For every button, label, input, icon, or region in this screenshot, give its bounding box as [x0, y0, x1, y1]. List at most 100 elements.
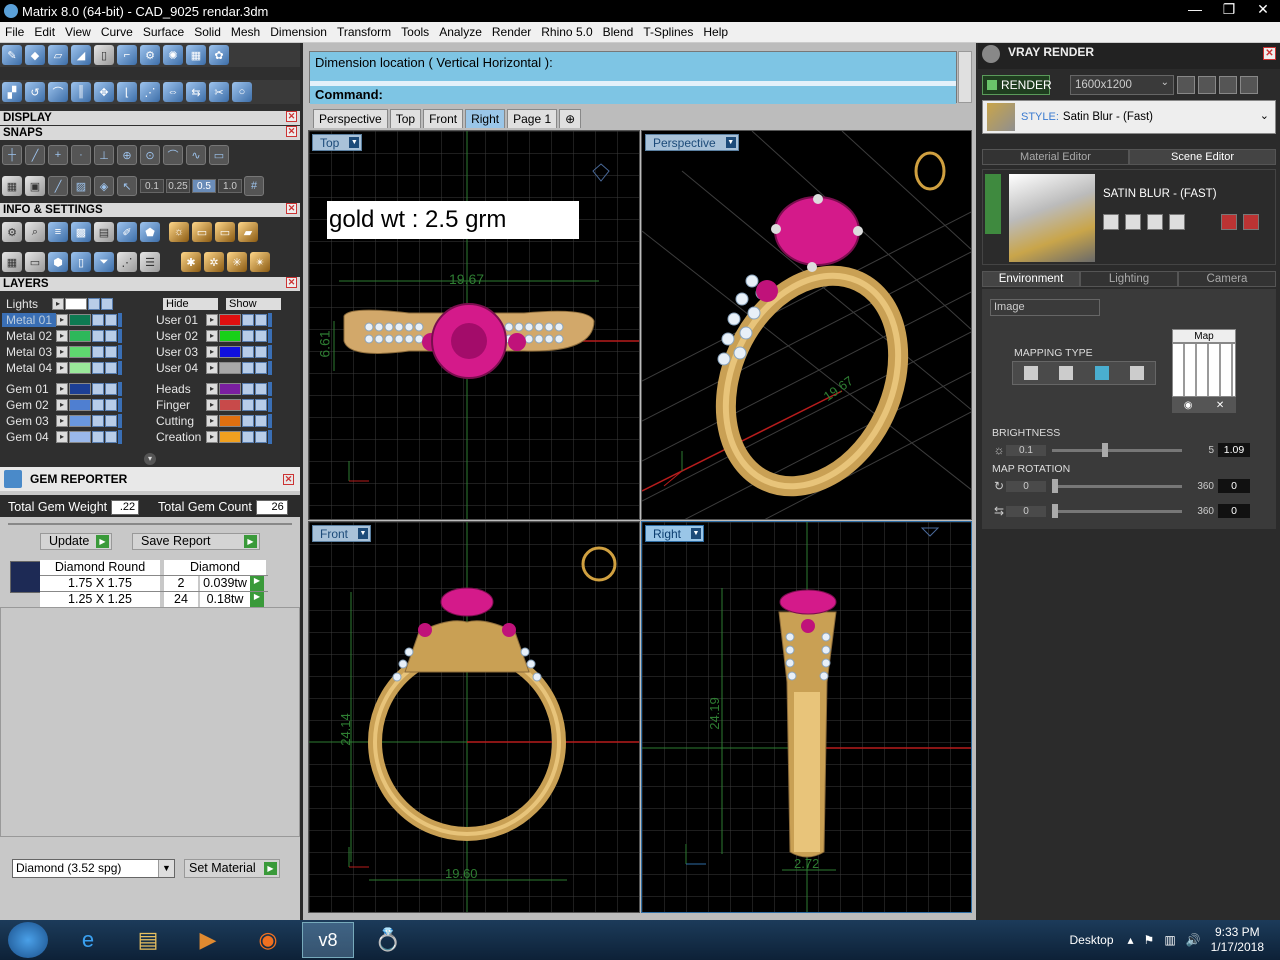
visibility-icon[interactable]	[105, 399, 117, 411]
reset-icon[interactable]	[1243, 214, 1259, 230]
desktop-toolbar[interactable]: Desktop	[1069, 933, 1113, 947]
cube-mapping-icon[interactable]	[1059, 366, 1074, 380]
magnifier-icon[interactable]: ⌕	[25, 222, 45, 242]
lock-icon[interactable]	[92, 399, 104, 411]
color-swatch[interactable]	[69, 314, 91, 326]
material-select[interactable]: Diamond (3.52 spg) ▼	[12, 859, 175, 878]
slider-handle[interactable]	[1052, 503, 1058, 518]
gear-icon[interactable]: ⚙	[140, 45, 160, 65]
layer-name[interactable]: Metal 02	[2, 329, 56, 343]
info-header[interactable]: INFO & SETTINGS ✕	[0, 203, 300, 217]
visibility-icon[interactable]	[105, 415, 117, 427]
expand-icon[interactable]: ▸	[206, 431, 218, 443]
menu-solid[interactable]: Solid	[189, 25, 226, 39]
color-swatch[interactable]	[65, 298, 87, 310]
lock-icon[interactable]	[92, 383, 104, 395]
snap-mid-icon[interactable]: ·	[71, 145, 91, 165]
image-select[interactable]: Image	[990, 299, 1100, 316]
snap-value-0.1[interactable]: 0.1	[140, 179, 164, 193]
lock-icon[interactable]	[92, 346, 104, 358]
menu-help[interactable]: Help	[698, 25, 733, 39]
visibility-icon[interactable]	[255, 415, 267, 427]
visibility-icon[interactable]	[105, 330, 117, 342]
pen-icon[interactable]: ✐	[117, 222, 137, 242]
visibility-icon[interactable]	[255, 383, 267, 395]
color-swatch[interactable]	[69, 346, 91, 358]
snap-near-icon[interactable]: ╱	[25, 145, 45, 165]
layer-name[interactable]: Creation	[152, 430, 206, 444]
layer-name[interactable]: User 02	[152, 329, 206, 343]
viewport-top[interactable]: Top ▼ gold wt : 2.5 grm 19.67 6.61	[308, 130, 640, 520]
layer-name[interactable]: User 01	[152, 313, 206, 327]
clear-icon[interactable]: ✕	[1216, 400, 1224, 411]
layer-row[interactable]: Finger ▸	[152, 397, 272, 413]
collapse-icon[interactable]: ▾	[144, 453, 156, 465]
render-a-icon[interactable]: ☼	[169, 222, 189, 242]
shape-icon[interactable]: ⬢	[48, 252, 68, 272]
snap-perp-icon[interactable]: ⊥	[94, 145, 114, 165]
menu-analyze[interactable]: Analyze	[434, 25, 487, 39]
table-row[interactable]: 1.75 X 1.75 2 0.039tw ▶	[40, 576, 268, 592]
close-button[interactable]: ✕	[1246, 0, 1280, 20]
align-icon[interactable]: ⇆	[186, 82, 206, 102]
snap-quad-icon[interactable]: ⊙	[140, 145, 160, 165]
close-icon[interactable]: ✕	[1263, 47, 1276, 60]
grid-icon[interactable]: ▦	[186, 45, 206, 65]
snap-point-icon[interactable]: +	[48, 145, 68, 165]
box-icon[interactable]: ▩	[71, 222, 91, 242]
menu-dimension[interactable]: Dimension	[265, 25, 332, 39]
sweep-icon[interactable]: ◢	[71, 45, 91, 65]
tab-top[interactable]: Top	[389, 109, 422, 128]
close-icon[interactable]: ✕	[286, 277, 297, 288]
rotation-slider-1[interactable]: ↻ 0 360 0	[992, 477, 1272, 495]
lock-icon[interactable]	[101, 298, 113, 310]
rewind-icon[interactable]	[1177, 76, 1195, 94]
color-swatch[interactable]	[69, 383, 91, 395]
rotation-value[interactable]: 0	[1218, 479, 1250, 493]
layer-name[interactable]: Gem 02	[2, 398, 56, 412]
play-icon[interactable]: ▶	[250, 592, 264, 607]
expand-icon[interactable]: ▸	[56, 346, 68, 358]
snap-value-1.0[interactable]: 1.0	[218, 179, 242, 193]
surface-icon[interactable]: ▱	[48, 45, 68, 65]
tab-lighting[interactable]: Lighting	[1080, 271, 1178, 287]
frame-icon[interactable]	[1198, 76, 1216, 94]
lock-icon[interactable]	[242, 399, 254, 411]
expand-icon[interactable]: ▸	[56, 415, 68, 427]
delete-icon[interactable]	[1221, 214, 1237, 230]
layer-row[interactable]: User 01 ▸	[152, 312, 272, 328]
menu-tools[interactable]: Tools	[396, 25, 434, 39]
list-icon[interactable]: ☰	[140, 252, 160, 272]
layers-header[interactable]: LAYERS ✕	[0, 277, 300, 291]
play-icon[interactable]: ▶	[250, 576, 264, 591]
tab-front[interactable]: Front	[423, 109, 464, 128]
tool-h-icon[interactable]: ✴	[250, 252, 270, 272]
expand-icon[interactable]: ▸	[56, 399, 68, 411]
color-swatch[interactable]	[69, 415, 91, 427]
network-icon[interactable]: ▥	[1164, 933, 1175, 947]
lock-icon[interactable]	[242, 383, 254, 395]
layer-row[interactable]: User 04 ▸	[152, 360, 272, 376]
curve-icon[interactable]: ⌒	[48, 82, 68, 102]
color-swatch[interactable]	[69, 399, 91, 411]
menu-render[interactable]: Render	[487, 25, 536, 39]
layer-row[interactable]: Creation ▸	[152, 429, 272, 445]
color-swatch[interactable]	[219, 330, 241, 342]
layer-name[interactable]: Gem 03	[2, 414, 56, 428]
color-swatch[interactable]	[69, 330, 91, 342]
layer-name[interactable]: Gem 04	[2, 430, 56, 444]
menu-transform[interactable]: Transform	[332, 25, 396, 39]
menu-blend[interactable]: Blend	[598, 25, 639, 39]
visibility-icon[interactable]	[105, 431, 117, 443]
visibility-icon[interactable]	[105, 383, 117, 395]
expand-icon[interactable]: ▸	[56, 314, 68, 326]
list-icon[interactable]	[1219, 76, 1237, 94]
layer-row[interactable]: Gem 04 ▸	[2, 429, 122, 445]
explorer-icon[interactable]: ▤	[122, 922, 174, 958]
update-button[interactable]: Update ▶	[40, 533, 112, 550]
viewport-right[interactable]: Right ▼ 2.72 24.19	[641, 521, 972, 913]
rotation-value[interactable]: 0	[1218, 504, 1250, 518]
flower-icon[interactable]: ✿	[209, 45, 229, 65]
style-select[interactable]: STYLE: Satin Blur - (Fast) ⌄	[982, 100, 1276, 134]
palette-icon[interactable]: ◉	[1184, 400, 1193, 411]
